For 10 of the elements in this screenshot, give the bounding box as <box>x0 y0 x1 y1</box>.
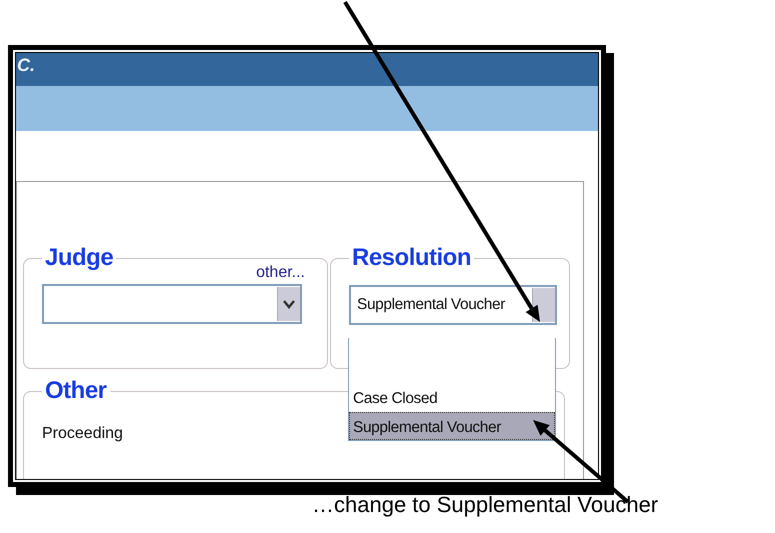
field-label: Proceeding <box>42 425 123 443</box>
annotation-caption: …change to Supplemental Voucher <box>312 492 658 518</box>
other-link[interactable]: other... <box>256 264 305 282</box>
dropdown-option[interactable]: Supplemental Voucher <box>349 412 555 440</box>
group-legend: Resolution <box>349 244 474 272</box>
window-title: C. <box>17 55 35 76</box>
resolution-select[interactable]: Supplemental Voucher <box>349 285 557 325</box>
dropdown-option[interactable]: Case Closed <box>349 384 555 412</box>
group-legend: Other <box>42 377 110 405</box>
group-legend: Judge <box>42 244 116 272</box>
